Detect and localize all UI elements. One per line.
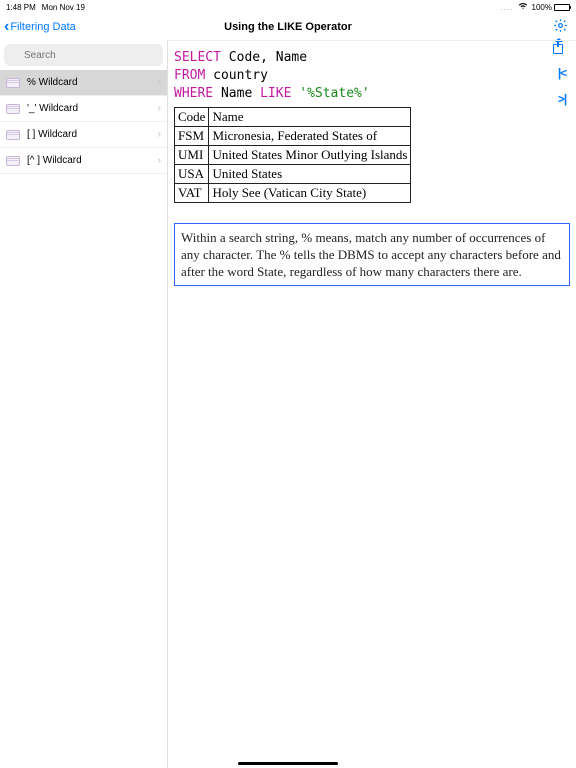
chevron-left-icon: ‹ bbox=[4, 19, 9, 35]
home-indicator[interactable] bbox=[238, 762, 338, 765]
sidebar-item-label: [ ] Wildcard bbox=[27, 129, 77, 140]
sql-file-icon bbox=[6, 130, 20, 140]
settings-button[interactable] bbox=[553, 18, 568, 36]
table-row: VATHoly See (Vatican City State) bbox=[175, 184, 411, 203]
sidebar-item-label: [^ ] Wildcard bbox=[27, 155, 82, 166]
chevron-right-icon: › bbox=[158, 77, 161, 88]
sql-file-icon bbox=[6, 78, 20, 88]
cell-dots-icon: .... bbox=[501, 3, 514, 12]
sidebar-item-caret-bracket-wildcard[interactable]: [^ ] Wildcard › bbox=[0, 148, 167, 174]
nav-bar: ‹ Filtering Data Using the LIKE Operator bbox=[0, 14, 576, 40]
table-row: UMIUnited States Minor Outlying Islands bbox=[175, 146, 411, 165]
sidebar-item-percent-wildcard[interactable]: % Wildcard › bbox=[0, 70, 167, 96]
sidebar-item-underscore-wildcard[interactable]: '_' Wildcard › bbox=[0, 96, 167, 122]
gear-icon bbox=[553, 20, 568, 36]
sql-file-icon bbox=[6, 104, 20, 114]
battery-pct: 100% bbox=[532, 3, 552, 12]
result-table: CodeName FSMMicronesia, Federated States… bbox=[174, 107, 411, 203]
back-button[interactable]: ‹ Filtering Data bbox=[4, 19, 76, 35]
wifi-icon bbox=[518, 2, 528, 12]
chevron-right-icon: › bbox=[158, 155, 161, 166]
sql-file-icon bbox=[6, 156, 20, 166]
table-row: FSMMicronesia, Federated States of bbox=[175, 127, 411, 146]
status-date: Mon Nov 19 bbox=[42, 3, 85, 12]
sql-string: '%State%' bbox=[299, 86, 369, 101]
sql-keyword: FROM bbox=[174, 68, 205, 83]
sql-keyword: LIKE bbox=[260, 86, 291, 101]
back-label: Filtering Data bbox=[10, 21, 75, 33]
page-title: Using the LIKE Operator bbox=[224, 21, 352, 33]
sidebar-item-label: % Wildcard bbox=[27, 77, 78, 88]
sidebar-item-bracket-wildcard[interactable]: [ ] Wildcard › bbox=[0, 122, 167, 148]
status-bar: 1:48 PM Mon Nov 19 .... 100% bbox=[0, 0, 576, 14]
status-time: 1:48 PM bbox=[6, 3, 36, 12]
chevron-right-icon: › bbox=[158, 103, 161, 114]
search-input[interactable] bbox=[4, 44, 163, 66]
sql-query: SELECT Code, Name FROM country WHERE Nam… bbox=[174, 49, 570, 103]
sql-keyword: SELECT bbox=[174, 50, 221, 65]
sql-keyword: WHERE bbox=[174, 86, 213, 101]
sidebar-item-label: '_' Wildcard bbox=[27, 103, 78, 114]
table-row: CodeName bbox=[175, 108, 411, 127]
battery-icon: 100% bbox=[532, 3, 570, 12]
chevron-right-icon: › bbox=[158, 129, 161, 140]
search-container bbox=[4, 44, 163, 66]
content-pane: SELECT Code, Name FROM country WHERE Nam… bbox=[168, 40, 576, 768]
explanation-box: Within a search string, % means, match a… bbox=[174, 223, 570, 286]
table-row: USAUnited States bbox=[175, 165, 411, 184]
sidebar: % Wildcard › '_' Wildcard › [ ] Wildcard… bbox=[0, 40, 168, 768]
